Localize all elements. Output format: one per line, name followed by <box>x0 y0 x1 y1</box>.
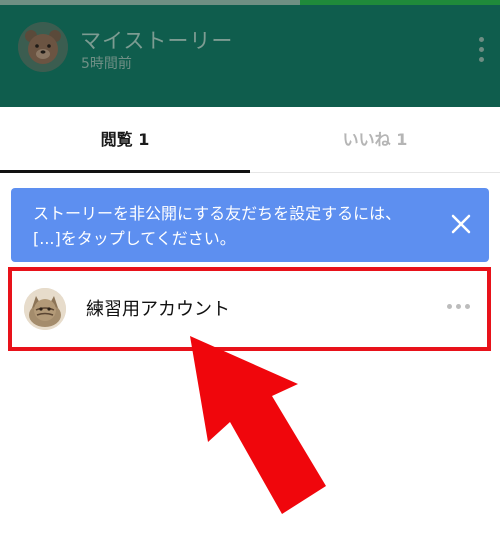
tab-views[interactable]: 閲覧 1 <box>0 107 250 173</box>
story-time-ago: 5時間前 <box>81 56 132 72</box>
story-title: マイストーリー <box>80 29 234 53</box>
cat-avatar-icon <box>24 288 66 330</box>
red-arrow-annotation <box>190 336 326 514</box>
tab-likes[interactable]: いいね 1 <box>250 107 500 173</box>
privacy-info-banner: ストーリーを非公開にする友だちを設定するには、[...]をタップしてください。 <box>11 188 489 262</box>
viewer-tabs: 閲覧 1 いいね 1 <box>0 107 500 173</box>
viewer-name: 練習用アカウント <box>86 299 230 320</box>
bear-avatar-icon[interactable] <box>18 22 68 72</box>
more-horizontal-icon[interactable] <box>447 304 471 312</box>
story-header: マイストーリー 5時間前 <box>0 5 500 107</box>
kebab-menu-icon[interactable] <box>476 35 486 65</box>
banner-message: ストーリーを非公開にする友だちを設定するには、[...]をタップしてください。 <box>33 204 402 248</box>
active-tab-indicator <box>0 170 250 173</box>
close-icon[interactable] <box>449 212 473 236</box>
